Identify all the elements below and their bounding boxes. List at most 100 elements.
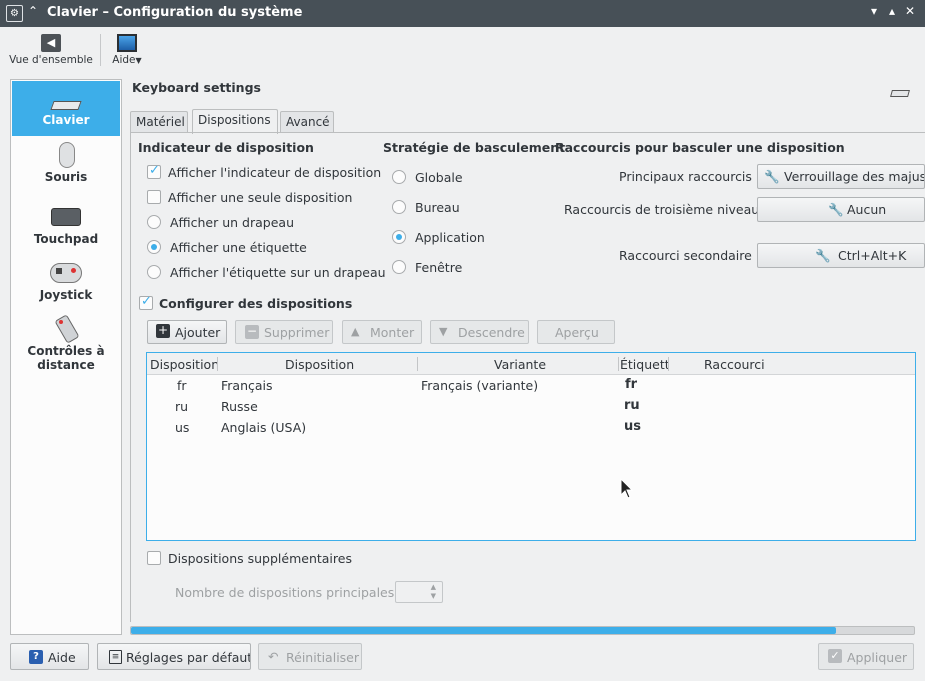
desktop-radio[interactable] — [392, 200, 406, 214]
column-header-code[interactable]: Disposition — [150, 357, 217, 372]
sidebar-item-controles-a-distance[interactable]: Contrôles à distance — [12, 314, 120, 386]
touchpad-icon — [50, 204, 82, 230]
defaults-button[interactable]: ≡ Réglages par défaut — [97, 643, 251, 670]
third-level-button[interactable]: 🔧 Aucun — [757, 197, 925, 222]
table-header: Disposition Disposition Variante Étiquet… — [147, 353, 915, 375]
maximize-icon[interactable]: ▴ — [884, 4, 900, 18]
secondary-shortcut-button[interactable]: 🔧 Ctrl+Alt+K — [757, 243, 925, 268]
flag-radio-label[interactable]: Afficher un drapeau — [170, 215, 294, 230]
close-icon[interactable]: ✕ — [902, 4, 918, 18]
configure-layouts-label[interactable]: Configurer des dispositions — [159, 296, 352, 311]
move-down-button[interactable]: ▼ Descendre — [430, 320, 529, 344]
sidebar-item-clavier[interactable]: Clavier — [12, 81, 120, 136]
remote-control-icon — [50, 314, 82, 344]
layout-label: us — [624, 419, 641, 434]
configure-layouts-checkbox[interactable] — [139, 294, 153, 310]
column-header-label[interactable]: Étiquette — [620, 357, 668, 372]
arrow-up-icon: ▲ — [351, 325, 360, 338]
show-indicator-label[interactable]: Afficher l'indicateur de disposition — [168, 165, 381, 180]
label-radio-label[interactable]: Afficher une étiquette — [170, 240, 307, 255]
sidebar: Clavier Souris Touchpad Joystick Contrôl… — [10, 79, 122, 635]
sidebar-item-touchpad[interactable]: Touchpad — [12, 204, 120, 254]
reset-label: Réinitialiser — [286, 650, 360, 665]
title-bar[interactable]: ⚙ ⌃ Clavier – Configuration du système ▾… — [0, 0, 925, 27]
table-row[interactable]: fr Français Français (variante) fr — [147, 375, 915, 396]
tab-avance[interactable]: Avancé — [280, 111, 334, 133]
preview-button[interactable]: Aperçu — [537, 320, 615, 344]
sidebar-item-label: Joystick — [39, 288, 93, 302]
move-up-button[interactable]: ▲ Monter — [342, 320, 422, 344]
main-shortcuts-value: Verrouillage des majus — [784, 169, 925, 184]
table-row[interactable]: ru Russe ru — [147, 396, 915, 417]
shortcuts-heading: Raccourcis pour basculer une disposition — [555, 140, 845, 155]
layout-code: us — [175, 420, 190, 435]
show-single-label[interactable]: Afficher une seule disposition — [168, 190, 352, 205]
defaults-label: Réglages par défaut — [126, 650, 251, 665]
arrow-down-icon: ▼ — [439, 325, 448, 338]
apply-button[interactable]: ✓ Appliquer — [818, 643, 914, 670]
app-menu-icon[interactable]: ⚙ — [6, 5, 23, 22]
dropdown-arrow-icon: ▼ — [135, 56, 142, 65]
layout-name: Russe — [221, 399, 258, 414]
help-icon: ? — [29, 650, 43, 664]
sidebar-item-joystick[interactable]: Joystick — [12, 260, 120, 310]
spin-arrows-icon[interactable]: ▲ ▼ — [431, 583, 436, 601]
extra-layouts-label[interactable]: Dispositions supplémentaires — [168, 551, 352, 566]
column-header-shortcut[interactable]: Raccourci — [704, 357, 765, 372]
extra-layouts-checkbox[interactable] — [147, 551, 161, 565]
flag-radio[interactable] — [147, 215, 161, 229]
tab-materiel[interactable]: Matériel — [130, 111, 188, 133]
undo-icon: ↶ — [268, 649, 279, 664]
layouts-table[interactable]: Disposition Disposition Variante Étiquet… — [146, 352, 916, 541]
overview-button[interactable]: ◀ Vue d'ensemble — [8, 34, 94, 66]
tab-dispositions[interactable]: Dispositions — [192, 109, 278, 134]
wrench-icon: 🔧 — [764, 169, 780, 184]
progress-fill — [131, 627, 836, 634]
help-button[interactable]: ? Aide — [10, 643, 89, 670]
label-on-flag-radio[interactable] — [147, 265, 161, 279]
column-separator — [417, 357, 418, 371]
back-arrow-icon: ◀ — [41, 34, 61, 52]
help-menu-button[interactable]: Aide▼ — [108, 34, 146, 66]
overview-label: Vue d'ensemble — [9, 54, 93, 66]
document-icon: ≡ — [109, 650, 122, 664]
help-menu-label: Aide — [112, 54, 136, 66]
layout-code: ru — [175, 399, 189, 414]
table-row[interactable]: us Anglais (USA) us — [147, 417, 915, 438]
application-radio-label[interactable]: Application — [415, 230, 485, 245]
move-up-label: Monter — [370, 325, 415, 340]
mouse-icon — [50, 142, 82, 168]
sidebar-item-souris[interactable]: Souris — [12, 142, 120, 192]
global-radio[interactable] — [392, 170, 406, 184]
add-layout-label: Ajouter — [175, 325, 221, 340]
joystick-icon — [50, 260, 82, 286]
sidebar-item-label: Touchpad — [33, 232, 99, 246]
remove-layout-button[interactable]: − Supprimer — [235, 320, 333, 344]
column-header-layout[interactable]: Disposition — [285, 357, 354, 372]
add-layout-button[interactable]: + Ajouter — [147, 320, 227, 344]
minimize-icon[interactable]: ▾ — [866, 4, 882, 18]
layout-name: Français — [221, 378, 273, 393]
global-radio-label[interactable]: Globale — [415, 170, 463, 185]
reset-button[interactable]: ↶ Réinitialiser — [258, 643, 362, 670]
window-radio-label[interactable]: Fenêtre — [415, 260, 462, 275]
show-single-checkbox[interactable] — [147, 190, 161, 204]
desktop-radio-label[interactable]: Bureau — [415, 200, 460, 215]
show-indicator-checkbox[interactable] — [147, 163, 161, 179]
sidebar-item-label: Souris — [44, 170, 88, 184]
main-count-spinbox[interactable]: ▲ ▼ — [395, 581, 443, 603]
application-radio[interactable] — [392, 230, 406, 244]
label-on-flag-radio-label[interactable]: Afficher l'étiquette sur un drapeau — [170, 265, 386, 280]
main-shortcuts-label: Principaux raccourcis : — [619, 169, 761, 184]
main-count-label: Nombre de dispositions principales : — [175, 585, 403, 600]
move-down-label: Descendre — [458, 325, 525, 340]
minus-icon: − — [245, 324, 259, 339]
column-header-variant[interactable]: Variante — [494, 357, 546, 372]
keep-above-icon[interactable]: ⌃ — [28, 4, 38, 18]
sidebar-item-label: Contrôles à distance — [27, 344, 105, 372]
window-radio[interactable] — [392, 260, 406, 274]
remove-layout-label: Supprimer — [264, 325, 330, 340]
label-radio[interactable] — [147, 240, 161, 254]
main-shortcuts-button[interactable]: 🔧 Verrouillage des majus — [757, 164, 925, 189]
strategy-heading: Stratégie de basculement — [383, 140, 566, 155]
